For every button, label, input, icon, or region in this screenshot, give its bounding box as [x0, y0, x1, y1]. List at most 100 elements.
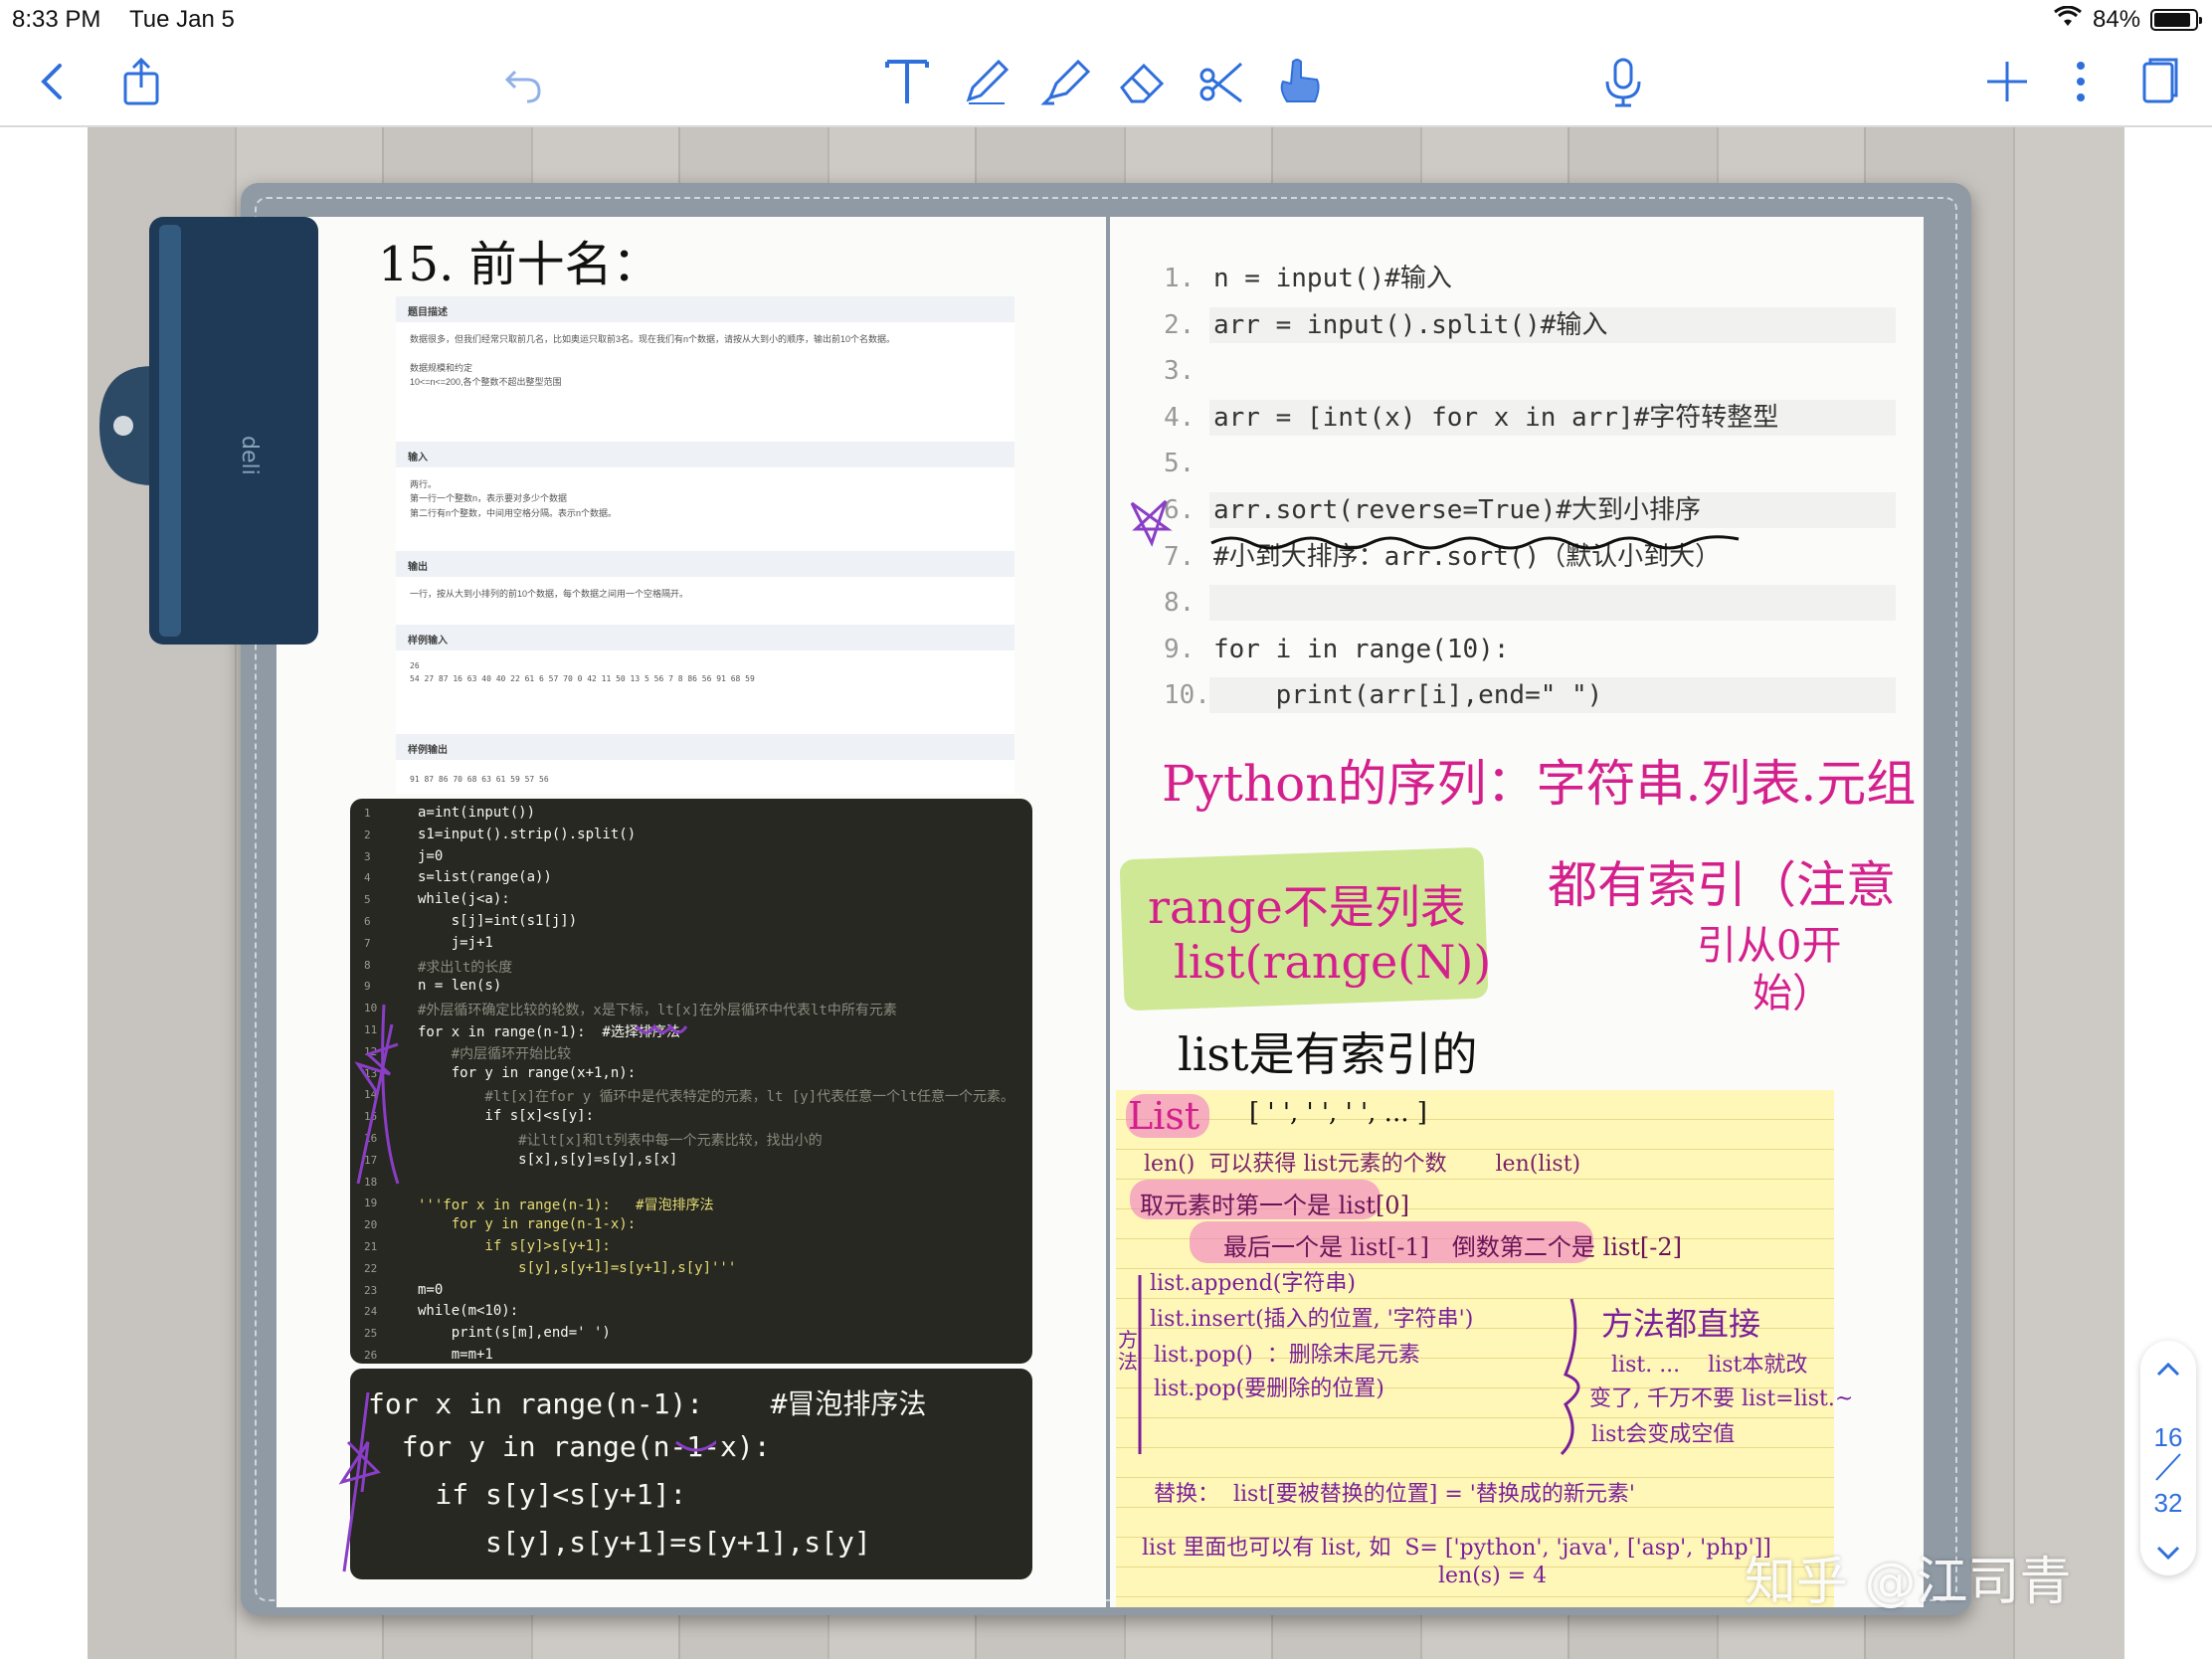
code-text: s1=input().strip().split() [418, 826, 637, 842]
line-number: 7 [364, 936, 371, 950]
note-range-2: list(range(N)) [1174, 935, 1492, 989]
chevron-down-icon[interactable] [2154, 1540, 2182, 1570]
note-all-indexed: 都有索引（注意 [1548, 856, 1896, 914]
code-line: 8. [1154, 585, 1896, 622]
watermark: 知乎 @江司青 [1745, 1553, 2072, 1612]
note-index-from-2: 始） [1752, 971, 1832, 1016]
section-title: 题目描述 [396, 296, 1014, 322]
code-text [1209, 585, 1896, 622]
code-text: arr = [int(x) for x in arr]#字符转整型 [1209, 399, 1896, 436]
section-body: 数据很多，但我们经常只取前几名，比如奥运只取前3名。现在我们有n个数据，请按从大… [410, 334, 896, 388]
plus-icon[interactable] [1975, 50, 2039, 113]
right-code-block: 1. n = input()#输入 2. arr = input().split()#… [1154, 261, 1896, 714]
yellow-len: len() 可以获得 list元素的个数 len(list) [1144, 1152, 1581, 1177]
line-number: 5 [364, 893, 371, 907]
code-text: print(arr[i],end=" ") [1209, 677, 1896, 714]
code-text: for i in range(10): [1213, 634, 1510, 664]
code-text: j=j+1 [418, 934, 493, 951]
battery-icon [2150, 9, 2202, 31]
svg-text:deli: deli [237, 436, 262, 475]
line-number: 9 [364, 980, 371, 994]
line-number: 2. [1164, 309, 1196, 340]
line-number: 10. [1164, 680, 1210, 711]
brace-annotations [1138, 1275, 1580, 1456]
section-body: 26 54 27 87 16 63 40 40 22 61 6 57 70 0 … [410, 661, 755, 683]
section-title: 样例输入 [396, 625, 1014, 650]
status-bar: 8:33 PM Tue Jan 5 84% [0, 0, 2212, 40]
total-pages: 32 [2153, 1488, 2183, 1518]
pen-icon[interactable] [955, 50, 1018, 113]
lasso-scissors-icon[interactable] [1190, 50, 1253, 113]
section-title: 输出 [396, 551, 1014, 577]
line-number: 8 [364, 958, 371, 972]
text-tool-icon[interactable] [875, 50, 939, 113]
section-body: 91 87 86 70 68 63 61 59 57 56 [410, 775, 549, 784]
yellow-nested: list 里面也可以有 list, 如 S= ['python', 'java'… [1142, 1536, 1771, 1561]
share-icon[interactable] [109, 50, 173, 113]
code-text: #求出lt的长度 [418, 959, 513, 976]
pen-annotations-right [1130, 499, 1740, 550]
code-line: 3 j=0 [350, 848, 1032, 870]
line-number: 1 [364, 807, 371, 820]
code-line: 7 j=j+1 [350, 935, 1032, 957]
code-line: 8 #求出lt的长度 [350, 957, 1032, 979]
code-line: 4 s=list(range(a)) [350, 869, 1032, 891]
code-text: s[j]=int(s1[j]) [418, 913, 578, 929]
microphone-icon[interactable] [1591, 50, 1655, 113]
chevron-left-icon[interactable] [22, 50, 86, 113]
code-line: 3. [1154, 353, 1896, 389]
code-line: 5 while(j<a): [350, 891, 1032, 913]
note-list-indexed: list是有索引的 [1178, 1027, 1478, 1081]
line-number: 6 [364, 915, 371, 928]
highlighter-icon[interactable] [1034, 50, 1098, 113]
code-line: 6 s[j]=int(s1[j]) [350, 913, 1032, 935]
yellow-first: 取元素时第一个是 list[0] [1140, 1192, 1409, 1219]
code-text: j=0 [418, 847, 444, 864]
code-line: 4. arr = [int(x) for x in arr]#字符转整型 [1154, 399, 1896, 436]
more-vertical-icon[interactable] [2049, 50, 2113, 113]
code-text: a=int(input()) [418, 805, 536, 821]
note-sequence: Python的序列：字符串.列表.元组 [1162, 755, 1917, 813]
page-navigator[interactable]: 16 32 [2140, 1341, 2196, 1575]
eraser-icon[interactable] [1110, 50, 1174, 113]
line-number: 1. [1164, 264, 1196, 293]
note-range-1: range不是列表 [1148, 880, 1466, 934]
binder-clip: deli [93, 217, 318, 654]
page-heading: 15. 前十名： [378, 237, 660, 292]
status-time: 8:33 PM [12, 6, 101, 33]
code-line: 1. n = input()#输入 [1154, 261, 1896, 296]
line-number: 9. [1164, 634, 1196, 664]
code-line: 2. arr = input().split()#输入 [1154, 306, 1896, 343]
hand-pointer-icon[interactable] [1267, 50, 1331, 113]
page-separator-icon [2140, 1452, 2196, 1489]
code-line: 5. [1154, 446, 1896, 481]
line-number: 8. [1164, 588, 1196, 619]
yellow-title: List [1128, 1094, 1200, 1138]
code-line: 1 a=int(input()) [350, 805, 1032, 827]
code-text: while(j<a): [418, 891, 510, 908]
section-title: 输入 [396, 442, 1014, 467]
yellow-nested-len: len(s) = 4 [1438, 1564, 1548, 1588]
code-line: 9 n = len(s) [350, 978, 1032, 1000]
pen-annotations-left [338, 1005, 716, 1572]
section-body: 两行。 第一行一个整数n，表示要对多少个数据 第二行有n个整数，中间用空格分隔。… [410, 479, 618, 518]
code-line: 2 s1=input().strip().split() [350, 827, 1032, 848]
code-text: n = len(s) [418, 978, 502, 995]
code-text: n = input()#输入 [1213, 264, 1452, 293]
wifi-icon [2053, 5, 2083, 35]
problem-screenshot: 题目描述 数据很多，但我们经常只取前几名，比如奥运只取前3名。现在我们有n个数据… [396, 296, 1014, 794]
chevron-up-icon[interactable] [2154, 1355, 2182, 1385]
toolbar [0, 40, 2212, 127]
undo-icon[interactable] [491, 50, 555, 113]
code-text: arr = input().split()#输入 [1209, 306, 1896, 343]
pages-icon[interactable] [2128, 50, 2192, 113]
section-body: 一行，按从大到小排列的前10个数据，每个数据之间用一个空格隔开。 [410, 589, 689, 599]
battery-percent: 84% [2093, 6, 2141, 33]
line-number: 3. [1164, 356, 1196, 387]
section-title: 样例输出 [396, 734, 1014, 760]
line-number: 2 [364, 828, 371, 841]
line-number: 5. [1164, 449, 1196, 479]
code-text: s=list(range(a)) [418, 869, 552, 886]
